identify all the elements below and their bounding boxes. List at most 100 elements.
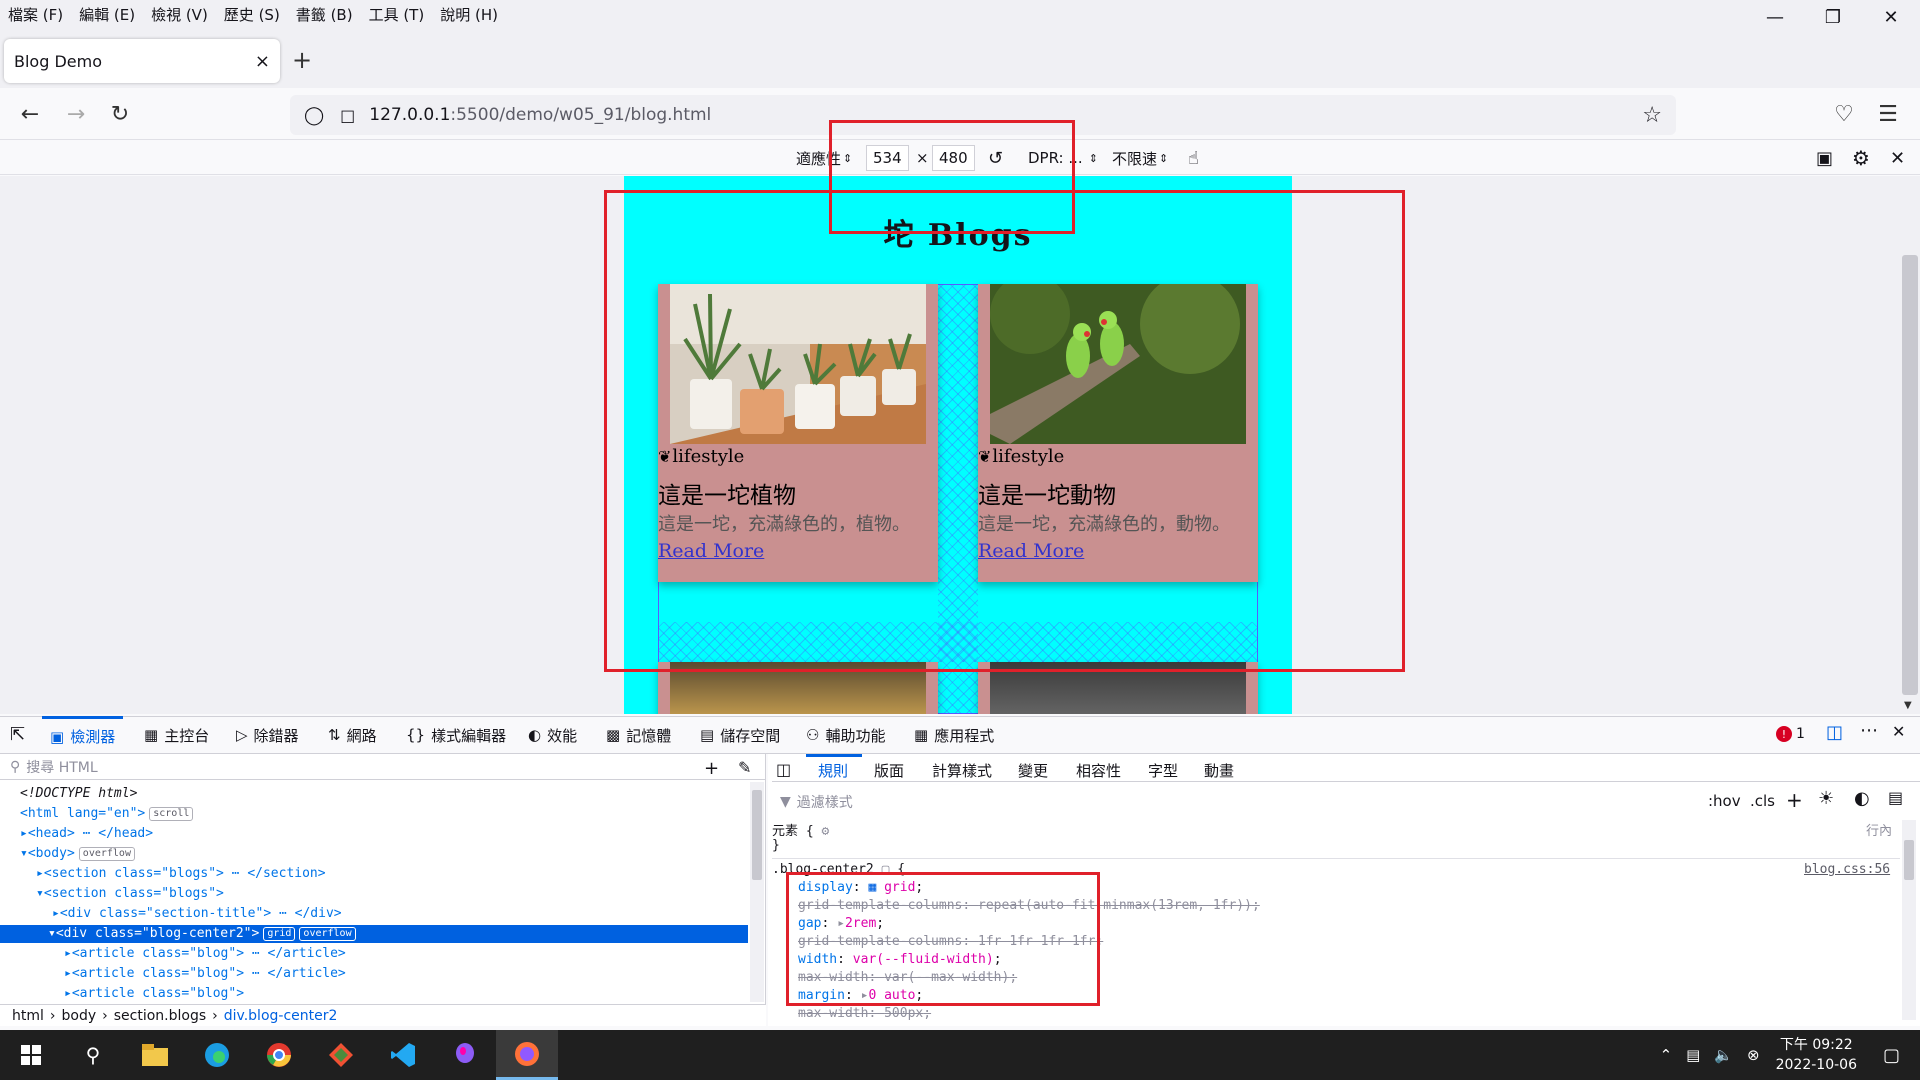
edge-icon[interactable] [186,1030,248,1080]
rule-tab-computed[interactable]: 計算樣式 [932,760,992,781]
file-explorer-icon[interactable] [124,1030,186,1080]
new-tab-icon[interactable]: + [292,46,312,74]
add-node-icon[interactable]: + [704,758,719,779]
clock[interactable]: 下午 09:22 2022-10-06 [1776,1035,1857,1075]
back-icon[interactable]: ← [16,100,44,128]
tab-performance[interactable]: ◐ 效能 [528,716,577,754]
overflow-badge[interactable]: overflow [299,926,356,941]
div-blog-center2-node[interactable]: ▾<div class="blog-center2"> grid overflow [48,926,356,941]
tab-close-icon[interactable]: × [255,51,270,72]
overflow-badge[interactable]: overflow [78,846,135,861]
menu-history[interactable]: 歷史 (S) [224,4,280,25]
hov-toggle[interactable]: :hov [1708,792,1741,810]
light-theme-icon[interactable]: ☀ [1818,788,1834,809]
article-node[interactable]: ▸<article class="blog"> ⋯ </article> [64,966,346,981]
screenshot-icon[interactable]: ▣ [1816,146,1833,170]
windows-start-icon[interactable] [0,1030,62,1080]
rule-tab-animations[interactable]: 動畫 [1204,760,1234,781]
shield-icon[interactable]: ◯ [304,105,324,126]
filter-styles-box[interactable]: ▼ 過濾樣式 [780,792,853,812]
network-tray-icon[interactable]: ▤ [1686,1046,1700,1064]
active-tab-indicator [806,754,862,757]
reload-icon[interactable]: ↻ [106,100,134,128]
section-node[interactable]: ▾<section class="blogs"> [36,886,224,901]
touch-icon[interactable]: ☝ [1188,146,1199,170]
menu-file[interactable]: 檔案 (F) [8,4,63,25]
tab-accessibility[interactable]: ⚇ 輔助功能 [806,716,885,754]
volume-icon[interactable]: 🔈 [1714,1046,1733,1064]
rule-tab-compatibility[interactable]: 相容性 [1076,760,1121,781]
chrome-icon[interactable] [248,1030,310,1080]
vscode-icon[interactable] [372,1030,434,1080]
throttle-selector[interactable]: 不限速 ⇕ [1112,146,1168,170]
close-devtools-icon[interactable]: ✕ [1892,722,1905,741]
sidebar-toggle-icon[interactable]: ◫ [776,760,791,779]
pocket-icon[interactable]: ♡ [1830,100,1858,128]
rules-scroll-thumb[interactable] [1904,840,1914,880]
url-path: :5500/demo/w05_91/blog.html [450,105,712,125]
head-node[interactable]: ▸<head> ⋯ </head> [20,826,153,841]
markup-scroll-thumb[interactable] [752,790,762,880]
bookmark-star-icon[interactable]: ☆ [1642,103,1662,128]
system-tray: ⌃ ▤ 🔈 ⊗ 下午 09:22 2022-10-06 ▢ [1660,1030,1920,1080]
rule-tab-changes[interactable]: 變更 [1018,760,1048,781]
html-search-box[interactable]: ⚲ 搜尋 HTML [0,754,765,780]
div-section-title-node[interactable]: ▸<div class="section-title"> ⋯ </div> [52,906,342,921]
breadcrumb-html[interactable]: html [12,1008,44,1024]
notification-off-icon[interactable]: ⊗ [1747,1046,1760,1064]
breadcrumb-section[interactable]: section.blogs [114,1008,206,1024]
app-menu-icon[interactable]: ☰ [1874,100,1902,128]
add-rule-icon[interactable]: + [1786,788,1803,812]
search-icon[interactable]: ⚲ [62,1030,124,1080]
tab-console[interactable]: ▦ 主控台 [144,716,209,754]
picker-icon[interactable]: ⇱ [10,724,25,745]
tab-style-editor[interactable]: {} 樣式編輯器 [406,716,506,754]
section-node[interactable]: ▸<section class="blogs"> ⋯ </section> [36,866,326,881]
rule-tab-fonts[interactable]: 字型 [1148,760,1178,781]
forward-icon[interactable]: → [62,100,90,128]
rule-tab-rules[interactable]: 規則 [818,760,848,781]
error-indicator[interactable]: ! 1 [1776,726,1805,742]
tab-application[interactable]: ▦ 應用程式 [914,716,994,754]
dock-icon[interactable]: ◫ [1826,722,1843,743]
doctype-line[interactable]: <!DOCTYPE html> [20,786,137,801]
filter-icon: ▼ [780,794,791,810]
cls-toggle[interactable]: .cls [1750,792,1775,810]
tab-network[interactable]: ⇅ 網路 [328,716,377,754]
stylesheet-link[interactable]: blog.css:56 [1804,862,1890,877]
body-node[interactable]: ▾<body> overflow [20,846,135,861]
print-icon[interactable]: ▤ [1888,788,1903,807]
action-center-icon[interactable]: ▢ [1883,1045,1900,1066]
more-icon[interactable]: ⋯ [1860,720,1878,741]
tab-debugger[interactable]: ▷ 除錯器 [236,716,299,754]
rule-tab-layout[interactable]: 版面 [874,760,904,781]
firefox-icon[interactable] [496,1030,558,1080]
tab-storage[interactable]: ▤ 儲存空間 [700,716,780,754]
css-decl-overridden[interactable]: max-width: 500px; [798,1006,931,1021]
article-node[interactable]: ▸<article class="blog"> ⋯ </article> [64,946,346,961]
breadcrumb-div[interactable]: div.blog-center2 [224,1008,338,1024]
breadcrumb-body[interactable]: body [62,1008,97,1024]
close-rdm-icon[interactable]: ✕ [1890,146,1905,170]
tab-blog-demo[interactable]: Blog Demo × [4,39,280,83]
chevron-up-icon[interactable]: ⌃ [1660,1046,1673,1064]
tab-inspector[interactable]: ▣ 檢測器 [42,716,124,754]
scrollbar-thumb[interactable] [1902,255,1918,695]
menu-help[interactable]: 說明 (H) [440,4,498,25]
balloon-app-icon[interactable] [434,1030,496,1080]
scroll-badge[interactable]: scroll [149,806,194,821]
dark-theme-icon[interactable]: ◐ [1854,788,1870,809]
git-icon[interactable] [310,1030,372,1080]
menu-bookmarks[interactable]: 書籤 (B) [296,4,353,25]
menu-view[interactable]: 檢視 (V) [151,4,208,25]
scroll-down-icon[interactable]: ▼ [1904,700,1912,711]
gear-icon[interactable]: ⚙ [821,824,829,839]
eyedropper-icon[interactable]: ✎ [738,758,751,777]
html-node[interactable]: <html lang="en"> scroll [20,806,194,821]
settings-gear-icon[interactable]: ⚙ [1852,146,1870,170]
grid-badge[interactable]: grid [263,926,296,941]
menu-edit[interactable]: 編輯 (E) [79,4,135,25]
tab-memory[interactable]: ▩ 記憶體 [606,716,671,754]
article-node[interactable]: ▸<article class="blog"> [64,986,244,1001]
menu-tools[interactable]: 工具 (T) [369,4,425,25]
